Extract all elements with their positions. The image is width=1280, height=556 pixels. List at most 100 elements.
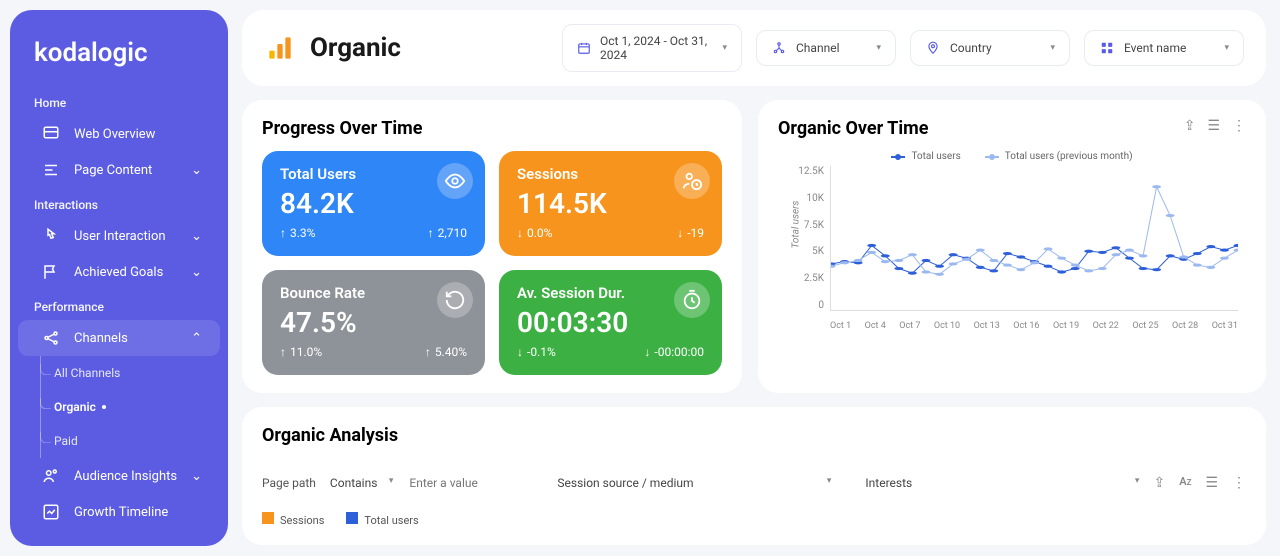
chevron-down-icon: ⌄ (191, 265, 202, 280)
flag-icon (42, 263, 60, 281)
chart-toolbar: ⇪ ☰ ⋮ (1184, 118, 1246, 134)
kpi-pct: ↑ 11.0% (280, 345, 322, 359)
legend-sessions[interactable]: Sessions (262, 512, 324, 527)
sidebar: kodalogic Home Web Overview Page Content… (10, 10, 228, 546)
chart-card: Organic Over Time ⇪ ☰ ⋮ Total users Tota… (758, 100, 1266, 393)
nav-page-content[interactable]: Page Content ⌄ (18, 152, 220, 188)
channel-filter[interactable]: Channel▾ (756, 30, 896, 66)
page-path-label: Page path (262, 476, 316, 490)
y-ticks: 12.5K10K7.5K5K2.5K0 (790, 166, 824, 311)
kpi-value: 00:03:30 (517, 306, 704, 339)
grid-icon (1099, 40, 1115, 56)
nav-achieved-goals[interactable]: Achieved Goals ⌄ (18, 254, 220, 290)
nav-section-performance: Performance (10, 290, 228, 320)
timeline-icon (42, 503, 60, 521)
analysis-toolbar: ⇪ AZ ☰ ⋮ (1154, 475, 1246, 491)
reload-icon (437, 282, 473, 318)
kpi-grid: Total Users 84.2K ↑ 3.3%↑ 2,710 Sessions… (262, 151, 722, 375)
kpi-session-duration[interactable]: Av. Session Dur. 00:03:30 ↓ -0.1%↓ -00:0… (499, 270, 722, 375)
nav-paid[interactable]: Paid (54, 424, 228, 458)
kpi-delta: ↑ 5.40% (425, 345, 467, 359)
nav-label: Web Overview (74, 127, 155, 142)
nav-organic[interactable]: Organic (54, 390, 228, 424)
filter-icon[interactable]: ☰ (1205, 475, 1218, 491)
nav-web-overview[interactable]: Web Overview (18, 116, 220, 152)
analysis-legend: Sessions Total users (262, 512, 1246, 527)
analysis-filters: Page path Contains Session source / medi… (262, 472, 1141, 494)
audience-icon (42, 467, 60, 485)
page-path-input[interactable] (405, 472, 525, 494)
nav-growth-timeline[interactable]: Growth Timeline (18, 494, 220, 530)
nav-label: Growth Timeline (74, 505, 168, 520)
caret-icon: ▾ (722, 43, 727, 53)
caret-icon: ▾ (876, 43, 881, 53)
nav-section-home: Home (10, 86, 228, 116)
source-select[interactable]: Session source / medium (553, 472, 833, 494)
kpi-value: 47.5% (280, 306, 467, 339)
nav-channels[interactable]: Channels ⌃ (18, 320, 220, 356)
country-filter[interactable]: Country▾ (910, 30, 1070, 66)
chevron-down-icon: ⌄ (191, 469, 202, 484)
nav-audience-insights[interactable]: Audience Insights ⌄ (18, 458, 220, 494)
chevron-down-icon: ⌄ (191, 163, 202, 178)
nav-user-interaction[interactable]: User Interaction ⌄ (18, 218, 220, 254)
progress-card: Progress Over Time Total Users 84.2K ↑ 3… (242, 100, 742, 393)
main-content: Organic Oct 1, 2024 - Oct 31, 2024 ▾ Chan… (238, 0, 1280, 556)
topbar: Organic Oct 1, 2024 - Oct 31, 2024 ▾ Chan… (242, 10, 1266, 86)
caret-icon: ▾ (1050, 43, 1055, 53)
export-icon[interactable]: ⇪ (1154, 475, 1166, 491)
more-icon[interactable]: ⋮ (1232, 118, 1246, 134)
active-dot-icon (102, 405, 106, 409)
stopwatch-icon (674, 282, 710, 318)
kpi-sessions[interactable]: Sessions 114.5K ↓ 0.0%↓ -19 (499, 151, 722, 256)
more-icon[interactable]: ⋮ (1232, 475, 1246, 491)
pointer-icon (42, 227, 60, 245)
analysis-card: Organic Analysis Page path Contains Sess… (242, 407, 1266, 545)
x-ticks: Oct 1Oct 4Oct 7Oct 10Oct 13Oct 16Oct 19O… (830, 321, 1238, 331)
kpi-pct: ↑ 3.3% (280, 226, 315, 240)
event-filter[interactable]: Event name▾ (1084, 30, 1244, 66)
page-title: Organic (310, 33, 401, 63)
location-icon (925, 40, 941, 56)
chart-legend: Total users Total users (previous month) (778, 151, 1246, 162)
text-size-icon[interactable]: AZ (1179, 475, 1191, 491)
nav-all-channels[interactable]: All Channels (54, 356, 228, 390)
nav-channels-sub: All Channels Organic Paid (10, 356, 228, 458)
progress-title: Progress Over Time (262, 118, 722, 139)
interests-select[interactable]: Interests (861, 472, 1141, 494)
kpi-bounce-rate[interactable]: Bounce Rate 47.5% ↑ 11.0%↑ 5.40% (262, 270, 485, 375)
nav-label: Achieved Goals (74, 265, 163, 280)
kpi-delta: ↑ 2,710 (428, 226, 467, 240)
kpi-delta: ↓ -19 (677, 226, 704, 240)
legend-item[interactable]: Total users (previous month) (985, 151, 1133, 162)
event-value: Event name (1124, 41, 1186, 55)
page-content-icon (42, 161, 60, 179)
chart-body: Total users 12.5K10K7.5K5K2.5K0 Oct 1Oct… (778, 166, 1246, 331)
chevron-down-icon: ⌄ (191, 229, 202, 244)
legend-total-users[interactable]: Total users (346, 512, 418, 527)
kpi-total-users[interactable]: Total Users 84.2K ↑ 3.3%↑ 2,710 (262, 151, 485, 256)
legend-item[interactable]: Total users (891, 151, 960, 162)
nav-label: Audience Insights (74, 469, 177, 484)
eye-icon (437, 163, 473, 199)
filter-icon[interactable]: ☰ (1207, 118, 1220, 134)
person-clock-icon (674, 163, 710, 199)
kpi-pct: ↓ -0.1% (517, 345, 556, 359)
kpi-value: 114.5K (517, 187, 704, 220)
nav-label: Channels (74, 331, 128, 346)
chart-title: Organic Over Time (778, 118, 1246, 139)
brand-logo: kodalogic (10, 30, 228, 86)
kpi-pct: ↓ 0.0% (517, 226, 552, 240)
export-icon[interactable]: ⇪ (1184, 118, 1196, 134)
overview-icon (42, 125, 60, 143)
date-filter[interactable]: Oct 1, 2024 - Oct 31, 2024 ▾ (562, 24, 742, 72)
chevron-up-icon: ⌃ (191, 331, 202, 346)
channel-icon (771, 40, 787, 56)
kpi-value: 84.2K (280, 187, 467, 220)
share-icon (42, 329, 60, 347)
nav-section-interactions: Interactions (10, 188, 228, 218)
nav-label: Page Content (74, 163, 152, 178)
chart-plot[interactable] (830, 166, 1238, 311)
contains-select[interactable]: Contains (326, 472, 395, 494)
date-value: Oct 1, 2024 - Oct 31, 2024 (600, 34, 713, 62)
